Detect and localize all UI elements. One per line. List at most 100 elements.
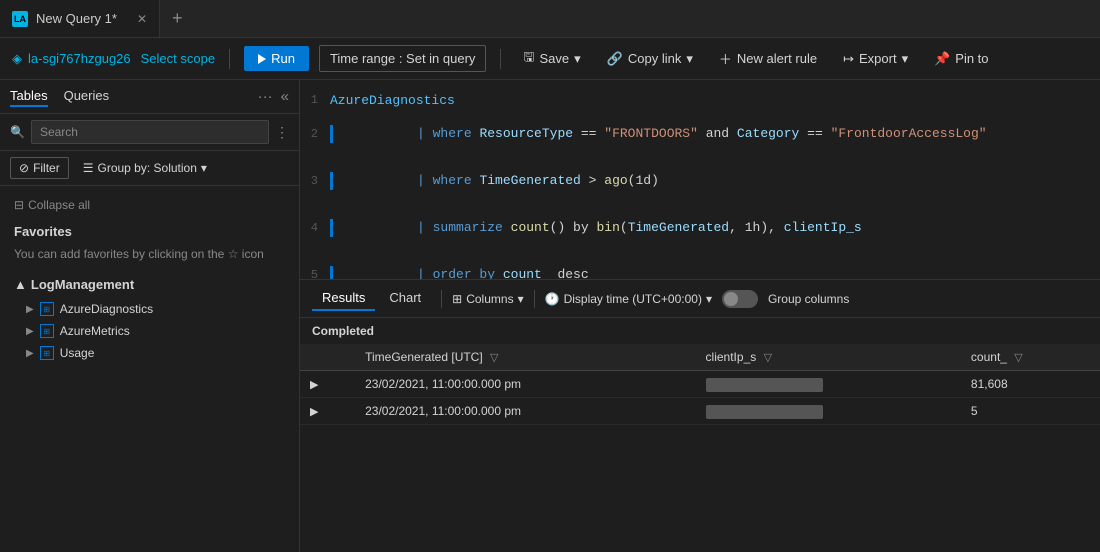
search-input[interactable] bbox=[31, 120, 269, 144]
new-tab-button[interactable]: + bbox=[160, 0, 195, 37]
code-editor[interactable]: 1 AzureDiagnostics 2 | where ResourceTyp… bbox=[300, 80, 1100, 280]
filter-icon-count[interactable]: ▽ bbox=[1014, 352, 1022, 364]
cell-count-1: 81,608 bbox=[961, 371, 1100, 398]
code-line-3: 3 | where TimeGenerated > ago(1d) bbox=[300, 157, 1100, 204]
pin-button[interactable]: 📌 Pin to bbox=[926, 46, 996, 72]
filter-icon-time[interactable]: ▽ bbox=[490, 352, 498, 364]
table-row: ▶ 23/02/2021, 11:00:00.000 pm ██████████… bbox=[300, 398, 1100, 425]
line-num-3: 3 bbox=[300, 174, 330, 188]
line-num-5: 5 bbox=[300, 268, 330, 281]
filter-icon: ⊘ bbox=[19, 161, 29, 175]
line-bar-2 bbox=[330, 125, 333, 143]
line-bar-3 bbox=[330, 172, 333, 190]
tab-tables[interactable]: Tables bbox=[10, 86, 48, 107]
save-chevron-icon: ▾ bbox=[574, 51, 581, 67]
line-content-3: | where TimeGenerated > ago(1d) bbox=[339, 158, 659, 203]
col-header-ip[interactable]: clientIp_s ▽ bbox=[696, 344, 961, 371]
tree-expand-icon: ▶ bbox=[26, 304, 34, 315]
favorites-description: You can add favorites by clicking on the… bbox=[0, 243, 299, 271]
export-button[interactable]: ↦ Export ▾ bbox=[835, 46, 916, 72]
table-icon-2: ⊞ bbox=[40, 324, 54, 338]
export-icon: ↦ bbox=[843, 51, 854, 67]
collapse-sidebar-icon[interactable]: « bbox=[281, 88, 289, 105]
toolbar-separator bbox=[229, 49, 230, 69]
tab-queries[interactable]: Queries bbox=[64, 86, 110, 107]
tree-item-azure-metrics[interactable]: ▶ ⊞ AzureMetrics bbox=[0, 320, 299, 342]
filter-icon-ip[interactable]: ▽ bbox=[764, 352, 772, 364]
status-text: Completed bbox=[312, 324, 374, 338]
tab-results[interactable]: Results bbox=[312, 286, 375, 311]
log-management-group[interactable]: ▲ LogManagement bbox=[0, 271, 299, 298]
sidebar-filters: ⊘ Filter ☰ Group by: Solution ▾ bbox=[0, 151, 299, 186]
pin-icon: 📌 bbox=[934, 51, 950, 67]
col-header-time[interactable]: TimeGenerated [UTC] ▽ bbox=[355, 344, 695, 371]
columns-label: Columns bbox=[466, 292, 513, 306]
group-by-button[interactable]: ☰ Group by: Solution ▾ bbox=[77, 158, 213, 178]
line-content-4: | summarize count() by bin(TimeGenerated… bbox=[339, 205, 862, 250]
pin-label: Pin to bbox=[955, 51, 988, 66]
results-area: Results Chart ⊞ Columns ▾ 🕐 Display time… bbox=[300, 280, 1100, 552]
time-range-button[interactable]: Time range : Set in query bbox=[319, 45, 486, 72]
line-num-4: 4 bbox=[300, 221, 330, 235]
line-content-2: | where ResourceType == "FRONTDOORS" and… bbox=[339, 111, 987, 156]
table-header-row: TimeGenerated [UTC] ▽ clientIp_s ▽ count… bbox=[300, 344, 1100, 371]
row-expand-2[interactable]: ▶ bbox=[300, 398, 355, 425]
copy-link-icon: 🔗 bbox=[607, 51, 623, 67]
code-line-1: 1 AzureDiagnostics bbox=[300, 90, 1100, 110]
run-label: Run bbox=[271, 51, 295, 66]
sidebar: Tables Queries ··· « 🔍 ⋮ ⊘ Filter ☰ Grou… bbox=[0, 80, 300, 552]
run-button[interactable]: Run bbox=[244, 46, 309, 71]
group-columns-label: Group columns bbox=[768, 292, 849, 306]
results-sep bbox=[441, 290, 442, 308]
select-scope-button[interactable]: Select scope bbox=[141, 51, 215, 66]
columns-chevron-icon: ▾ bbox=[518, 292, 524, 306]
sidebar-content: ⊟ Collapse all Favorites You can add fav… bbox=[0, 186, 299, 552]
display-time-button[interactable]: 🕐 Display time (UTC+00:00) ▾ bbox=[545, 292, 712, 306]
results-sep-2 bbox=[534, 290, 535, 308]
code-line-5: 5 | order by count_ desc bbox=[300, 251, 1100, 280]
display-time-chevron-icon: ▾ bbox=[706, 292, 712, 306]
tab-label: New Query 1* bbox=[36, 11, 117, 26]
save-icon: 🖫 bbox=[523, 48, 534, 70]
sidebar-tabs: Tables Queries ··· « bbox=[0, 80, 299, 114]
group-columns-toggle[interactable] bbox=[722, 290, 758, 308]
collapse-all-button[interactable]: ⊟ Collapse all bbox=[0, 194, 299, 216]
col-header-expand bbox=[300, 344, 355, 371]
status-bar: Completed bbox=[300, 318, 1100, 344]
close-tab-button[interactable]: ✕ bbox=[137, 12, 147, 26]
save-button[interactable]: 🖫 Save ▾ bbox=[515, 43, 588, 75]
tree-item-azure-diagnostics[interactable]: ▶ ⊞ AzureDiagnostics bbox=[0, 298, 299, 320]
copy-link-button[interactable]: 🔗 Copy link ▾ bbox=[599, 46, 701, 72]
collapse-all-label: Collapse all bbox=[28, 198, 90, 212]
col-header-count[interactable]: count_ ▽ bbox=[961, 344, 1100, 371]
columns-icon: ⊞ bbox=[452, 292, 462, 306]
line-content-5: | order by count_ desc bbox=[339, 252, 589, 280]
sidebar-tabs-actions: ··· « bbox=[258, 88, 289, 105]
line-content-1: AzureDiagnostics bbox=[330, 93, 455, 108]
results-table-wrap[interactable]: TimeGenerated [UTC] ▽ clientIp_s ▽ count… bbox=[300, 344, 1100, 552]
group-icon: ☰ bbox=[83, 161, 94, 175]
toolbar: ◈ la-sgi767hzgug26 Select scope Run Time… bbox=[0, 38, 1100, 80]
cell-time-1: 23/02/2021, 11:00:00.000 pm bbox=[355, 371, 695, 398]
active-tab[interactable]: LA New Query 1* ✕ bbox=[0, 0, 160, 37]
more-options-icon[interactable]: ··· bbox=[258, 88, 273, 105]
tab-bar: LA New Query 1* ✕ + bbox=[0, 0, 1100, 38]
filter-button[interactable]: ⊘ Filter bbox=[10, 157, 69, 179]
columns-button[interactable]: ⊞ Columns ▾ bbox=[452, 292, 523, 306]
new-alert-label: New alert rule bbox=[737, 51, 817, 66]
cell-ip-1: ██████████████ bbox=[696, 371, 961, 398]
line-num-2: 2 bbox=[300, 127, 330, 141]
play-icon bbox=[258, 54, 266, 64]
search-more-icon[interactable]: ⋮ bbox=[275, 124, 289, 141]
masked-ip-2: ██████████████ bbox=[706, 405, 823, 419]
tree-item-usage[interactable]: ▶ ⊞ Usage bbox=[0, 342, 299, 364]
tab-chart[interactable]: Chart bbox=[379, 286, 431, 311]
collapse-icon: ⊟ bbox=[14, 198, 24, 212]
time-range-label: Time range : Set in query bbox=[330, 51, 475, 66]
favorites-header: Favorites bbox=[0, 216, 299, 243]
row-expand-1[interactable]: ▶ bbox=[300, 371, 355, 398]
new-alert-button[interactable]: ＋ New alert rule bbox=[711, 44, 825, 73]
toolbar-separator-2 bbox=[500, 49, 501, 69]
workspace-selector[interactable]: ◈ la-sgi767hzgug26 bbox=[12, 51, 131, 67]
table-icon-3: ⊞ bbox=[40, 346, 54, 360]
